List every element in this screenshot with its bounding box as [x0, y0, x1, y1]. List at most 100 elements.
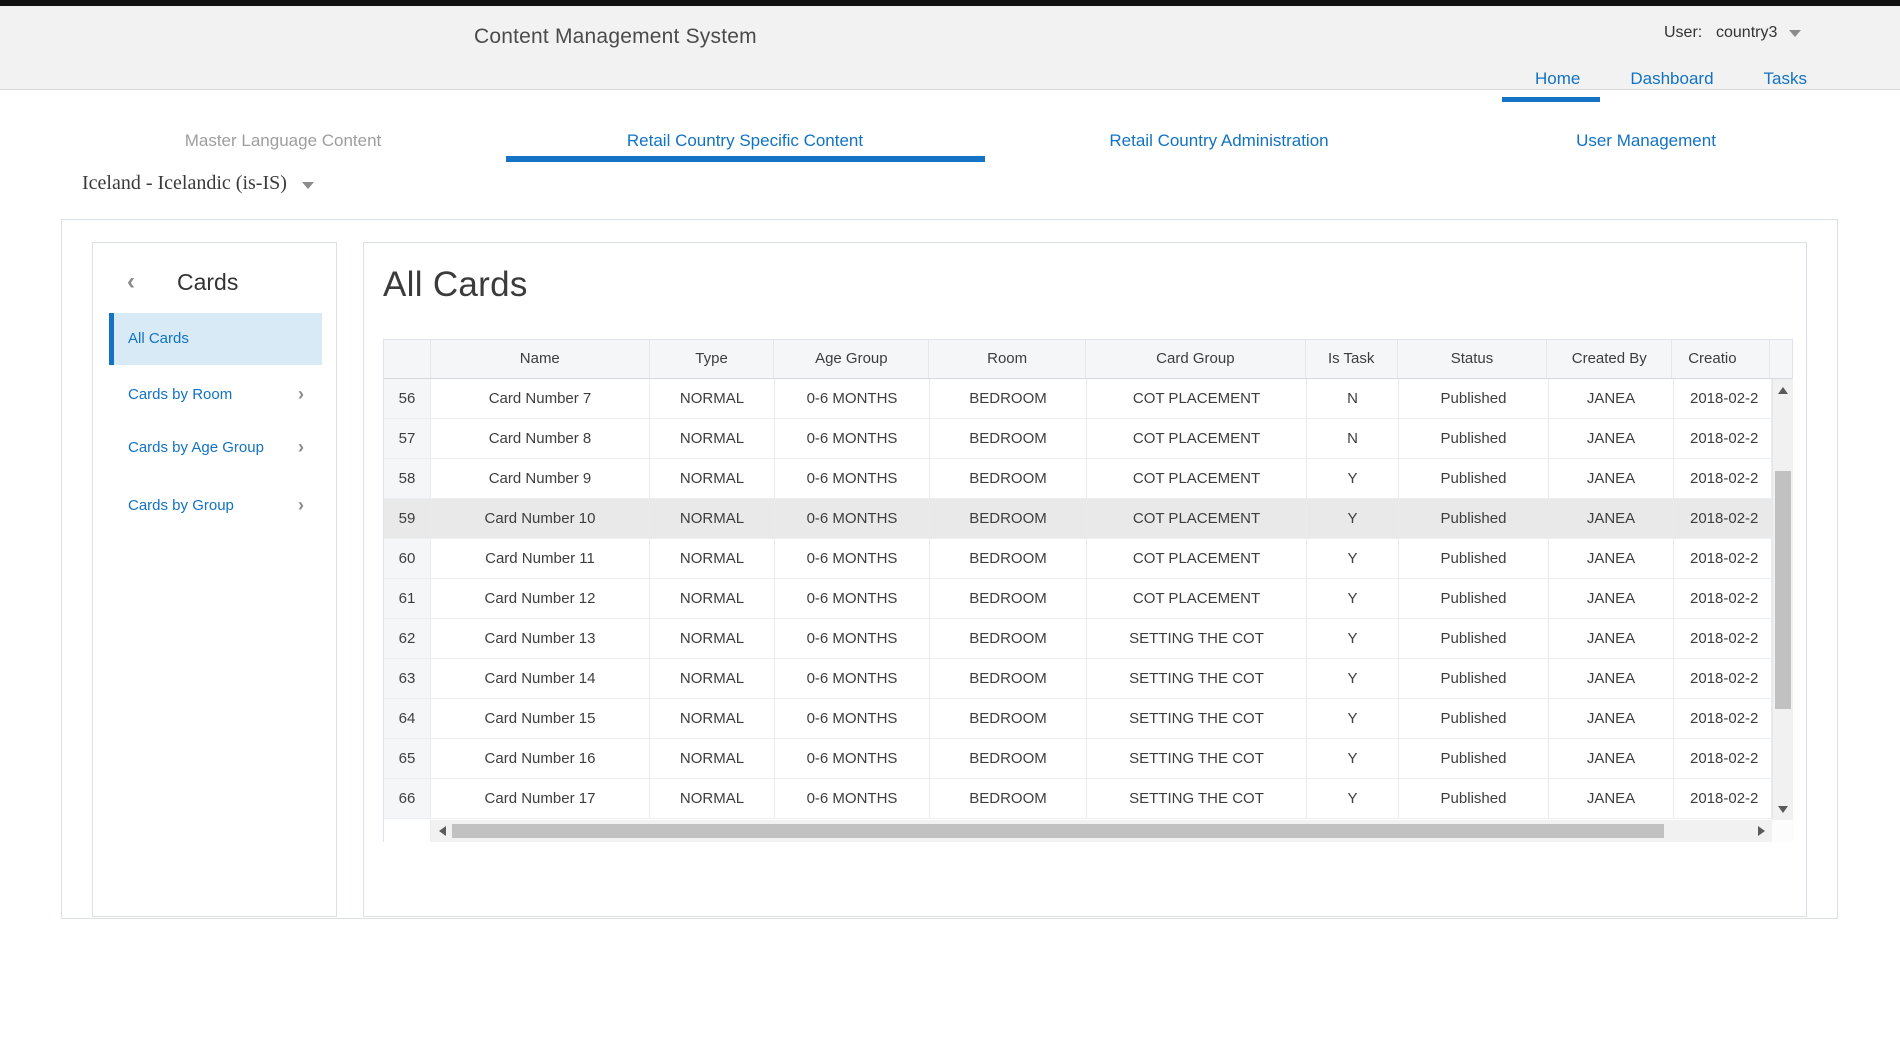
scroll-right-button[interactable]	[1752, 822, 1770, 840]
sidebar-item-all-cards[interactable]: All Cards	[109, 313, 322, 365]
column-header-row-number[interactable]	[384, 340, 431, 378]
table-header-row: NameTypeAge GroupRoomCard GroupIs TaskSt…	[384, 340, 1792, 379]
vertical-scroll-thumb[interactable]	[1775, 471, 1791, 709]
table-cell: 2018-02-2	[1674, 419, 1772, 459]
nav-item-dashboard[interactable]: Dashboard	[1630, 69, 1713, 89]
table-cell: Card Number 8	[431, 419, 650, 459]
row-number-cell: 65	[384, 739, 431, 779]
user-menu[interactable]: country3	[1716, 24, 1801, 42]
table-cell: Y	[1307, 739, 1399, 779]
row-number-cell: 60	[384, 539, 431, 579]
table-cell: SETTING THE COT	[1087, 619, 1307, 659]
scrollbar-left-gap	[384, 820, 431, 842]
table-row[interactable]: 63Card Number 14NORMAL0-6 MONTHSBEDROOMS…	[384, 659, 1772, 699]
table-cell: Y	[1307, 539, 1399, 579]
table-cell: COT PLACEMENT	[1087, 499, 1307, 539]
table-cell: JANEA	[1549, 619, 1674, 659]
table-cell: JANEA	[1549, 579, 1674, 619]
table-row[interactable]: 56Card Number 7NORMAL0-6 MONTHSBEDROOMCO…	[384, 379, 1772, 419]
table-cell: BEDROOM	[930, 379, 1087, 419]
table-cell: Published	[1399, 499, 1549, 539]
horizontal-scroll-track[interactable]	[431, 820, 1772, 842]
table-row[interactable]: 59Card Number 10NORMAL0-6 MONTHSBEDROOMC…	[384, 499, 1772, 539]
column-header-status[interactable]: Status	[1398, 340, 1548, 378]
sidebar-back-button[interactable]: ‹	[127, 267, 135, 297]
table-cell: NORMAL	[650, 779, 775, 819]
table-row[interactable]: 65Card Number 16NORMAL0-6 MONTHSBEDROOMS…	[384, 739, 1772, 779]
table-row[interactable]: 60Card Number 11NORMAL0-6 MONTHSBEDROOMC…	[384, 539, 1772, 579]
table-cell: 2018-02-2	[1674, 379, 1772, 419]
vertical-scrollbar[interactable]	[1772, 379, 1793, 820]
subtab-user-management[interactable]: User Management	[1576, 131, 1716, 151]
table-cell: NORMAL	[650, 579, 775, 619]
table-cell: SETTING THE COT	[1087, 739, 1307, 779]
subtab-retail-country-specific-content[interactable]: Retail Country Specific Content	[627, 131, 863, 151]
scroll-down-button[interactable]	[1773, 800, 1793, 818]
column-header-card-group[interactable]: Card Group	[1086, 340, 1306, 378]
table-cell: Published	[1399, 739, 1549, 779]
subtab-master-language-content[interactable]: Master Language Content	[185, 131, 382, 151]
horizontal-scrollbar	[384, 820, 1794, 842]
nav-item-home[interactable]: Home	[1535, 69, 1580, 89]
scroll-up-button[interactable]	[1773, 381, 1793, 399]
scrollbar-corner	[1772, 820, 1794, 842]
table-cell: Card Number 11	[431, 539, 650, 579]
column-header-room[interactable]: Room	[929, 340, 1086, 378]
table-cell: Published	[1399, 379, 1549, 419]
table-cell: SETTING THE COT	[1087, 779, 1307, 819]
table-cell: NORMAL	[650, 739, 775, 779]
table-body: 56Card Number 7NORMAL0-6 MONTHSBEDROOMCO…	[384, 379, 1772, 819]
row-number-cell: 64	[384, 699, 431, 739]
column-header-type[interactable]: Type	[650, 340, 775, 378]
table-cell: Published	[1399, 659, 1549, 699]
nav-item-tasks[interactable]: Tasks	[1764, 69, 1807, 89]
table-cell: Published	[1399, 579, 1549, 619]
table-cell: Card Number 16	[431, 739, 650, 779]
table-cell: BEDROOM	[930, 459, 1087, 499]
table-cell: NORMAL	[650, 459, 775, 499]
sidebar-item-cards-by-age-group[interactable]: Cards by Age Group›	[109, 432, 322, 462]
user-dropdown-caret-icon[interactable]	[1789, 30, 1801, 37]
table-cell: COT PLACEMENT	[1087, 419, 1307, 459]
column-header-age-group[interactable]: Age Group	[774, 340, 929, 378]
table-cell: BEDROOM	[930, 779, 1087, 819]
table-row[interactable]: 57Card Number 8NORMAL0-6 MONTHSBEDROOMCO…	[384, 419, 1772, 459]
table-cell: NORMAL	[650, 619, 775, 659]
column-header-is-task[interactable]: Is Task	[1306, 340, 1398, 378]
column-header-created-by[interactable]: Created By	[1547, 340, 1672, 378]
chevron-right-icon: ›	[298, 437, 304, 458]
table-row[interactable]: 66Card Number 17NORMAL0-6 MONTHSBEDROOMS…	[384, 779, 1772, 819]
column-header-name[interactable]: Name	[431, 340, 650, 378]
table-cell: Card Number 15	[431, 699, 650, 739]
scroll-left-button[interactable]	[433, 822, 451, 840]
table-cell: NORMAL	[650, 539, 775, 579]
table-cell: Card Number 7	[431, 379, 650, 419]
table-cell: 2018-02-2	[1674, 739, 1772, 779]
table-row[interactable]: 61Card Number 12NORMAL0-6 MONTHSBEDROOMC…	[384, 579, 1772, 619]
sidebar-item-cards-by-group[interactable]: Cards by Group›	[109, 490, 322, 520]
user-label: User:	[1664, 24, 1702, 42]
horizontal-scroll-thumb[interactable]	[452, 824, 1664, 838]
table-cell: JANEA	[1549, 419, 1674, 459]
table-cell: 0-6 MONTHS	[775, 659, 930, 699]
table-cell: 0-6 MONTHS	[775, 459, 930, 499]
table-cell: BEDROOM	[930, 579, 1087, 619]
table-cell: BEDROOM	[930, 659, 1087, 699]
sidebar-title: Cards	[177, 267, 238, 297]
table-cell: N	[1307, 379, 1399, 419]
table-cell: COT PLACEMENT	[1087, 459, 1307, 499]
table-cell: Published	[1399, 419, 1549, 459]
table-cell: JANEA	[1549, 659, 1674, 699]
table-row[interactable]: 62Card Number 13NORMAL0-6 MONTHSBEDROOMS…	[384, 619, 1772, 659]
language-value: Iceland - Icelandic (is-IS)	[82, 172, 287, 195]
table-row[interactable]: 64Card Number 15NORMAL0-6 MONTHSBEDROOMS…	[384, 699, 1772, 739]
table-row[interactable]: 58Card Number 9NORMAL0-6 MONTHSBEDROOMCO…	[384, 459, 1772, 499]
sidebar-item-cards-by-room[interactable]: Cards by Room›	[109, 379, 322, 409]
subtab-retail-country-administration[interactable]: Retail Country Administration	[1109, 131, 1328, 151]
table-cell: JANEA	[1549, 499, 1674, 539]
main-nav: Home Dashboard Tasks	[1535, 69, 1807, 89]
language-selector[interactable]: Iceland - Icelandic (is-IS)	[82, 172, 314, 195]
table-cell: 2018-02-2	[1674, 779, 1772, 819]
table-cell: Y	[1307, 579, 1399, 619]
column-header-creatio[interactable]: Creatio	[1672, 340, 1770, 378]
